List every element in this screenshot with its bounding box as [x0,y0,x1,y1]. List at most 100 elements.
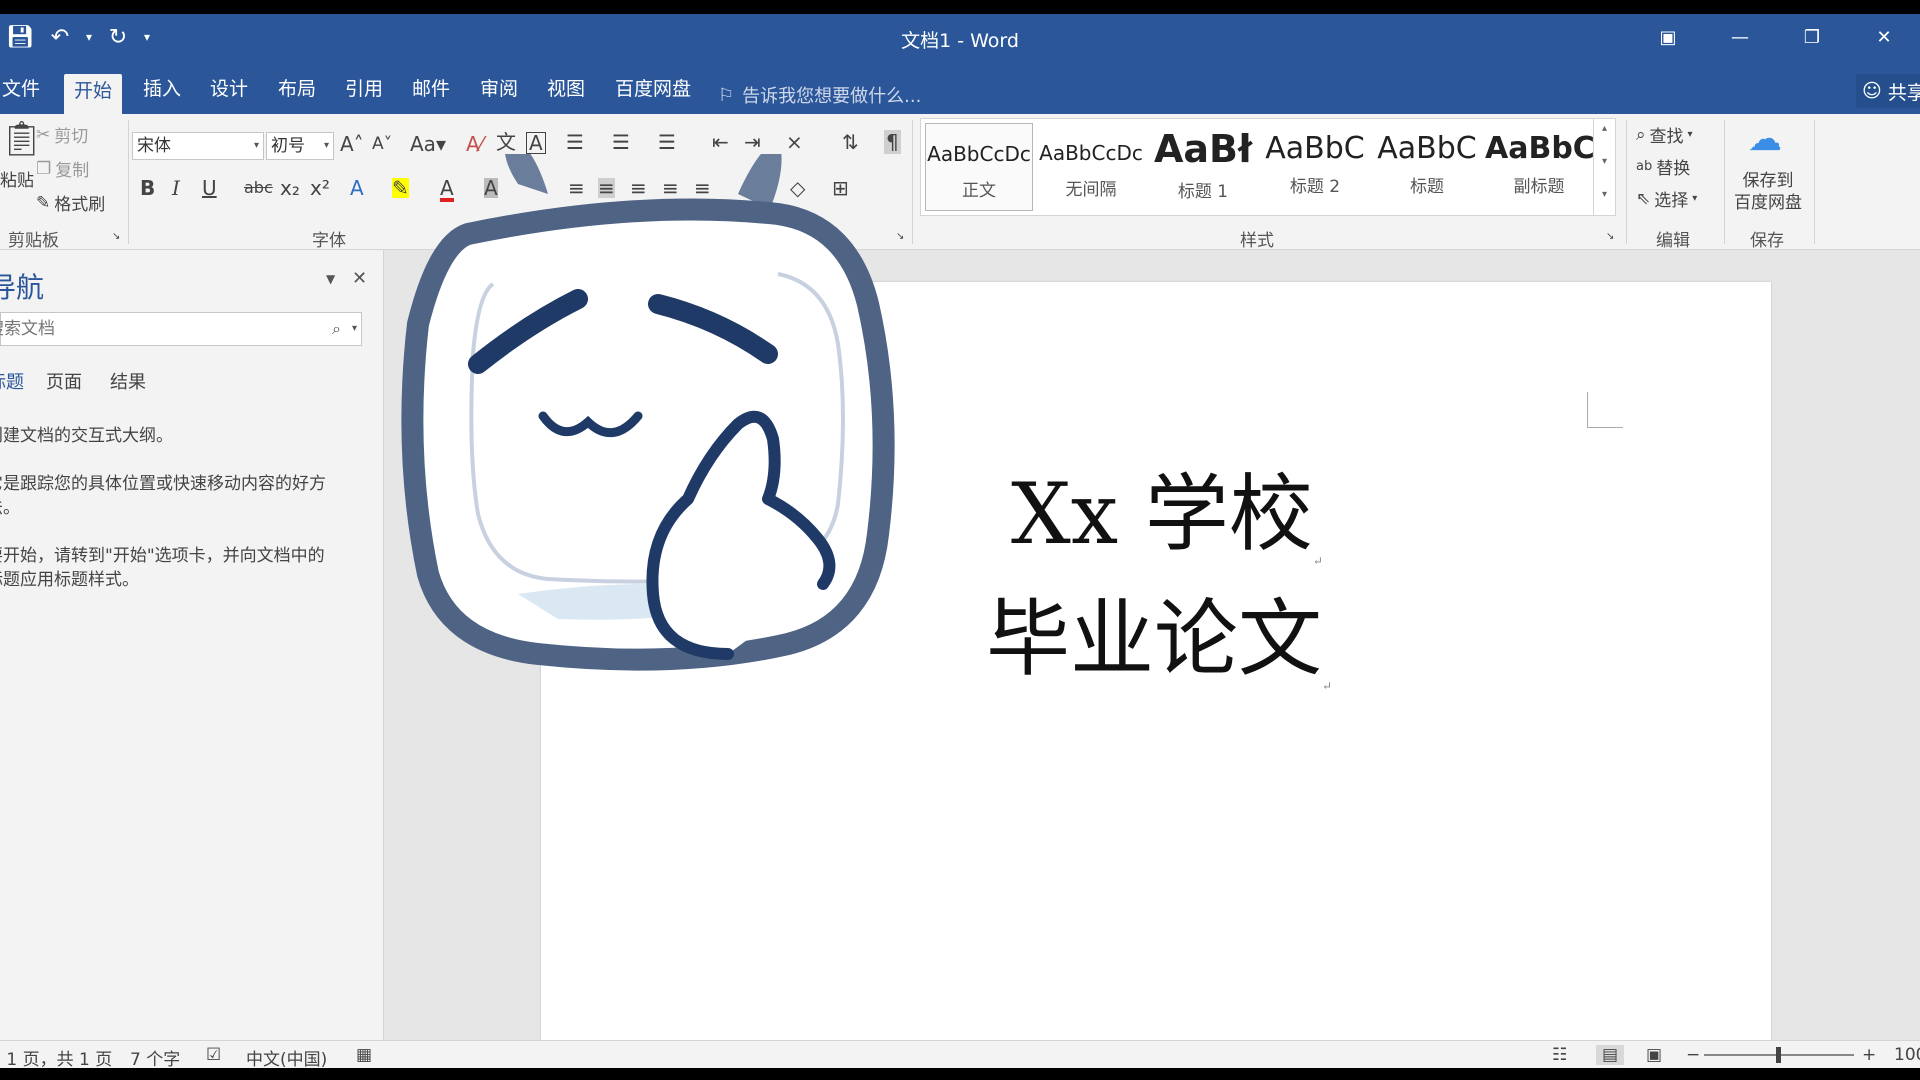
tab-insert[interactable]: 插入 [133,72,191,114]
find-button[interactable]: ⌕ 查找 ▾ [1636,122,1693,148]
more-styles-icon[interactable]: ▾ [1594,189,1615,200]
chinese-layout-icon[interactable]: ⨯ [786,132,803,152]
status-bar: 第 1 页，共 1 页 7 个字 ☑ 中文(中国) ▦ ☷ ▤ ▣ − + 10… [0,1040,1920,1068]
zoom-in-icon[interactable]: + [1862,1045,1876,1065]
word-count[interactable]: 7 个字 [130,1045,180,1068]
document-title-line[interactable]: Xx 学校↵ [1011,447,1323,568]
bullets-icon[interactable]: ☰ [566,132,584,152]
tab-design[interactable]: 设计 [200,72,258,114]
phonetic-guide-icon[interactable]: 文 [496,132,516,152]
nav-search-placeholder: 搜索文档 [0,319,55,339]
tab-baidu-netdisk[interactable]: 百度网盘 [605,72,701,114]
tab-mailings[interactable]: 邮件 [402,72,460,114]
zoom-level[interactable]: 100% [1894,1045,1920,1065]
zoom-out-icon[interactable]: − [1686,1045,1700,1065]
tab-review[interactable]: 审阅 [470,72,528,114]
font-size-combo[interactable]: 初号 ▾ [266,132,334,160]
character-border-icon[interactable]: A [526,132,546,154]
style-name: 标题 1 [1177,182,1229,202]
tab-home[interactable]: 开始 [64,74,123,114]
nav-tab-pages[interactable]: 页面 [46,368,82,394]
change-case-icon[interactable]: Aa▾ [410,134,446,154]
chevron-down-icon[interactable]: ▾ [352,313,357,345]
copy-button[interactable]: ❐ 复制 [36,156,89,182]
document-subtitle-line[interactable]: 毕业论文↵ [986,572,1332,693]
close-button[interactable]: ✕ [1848,14,1920,60]
font-name-combo[interactable]: 宋体 ▾ [132,132,264,160]
show-marks-icon[interactable]: ¶ [884,130,901,154]
restore-button[interactable]: ❐ [1776,14,1848,60]
style-sample: AaBbCcDc [927,142,1031,166]
styles-launcher-icon[interactable]: ↘ [1606,232,1614,242]
tell-me-box[interactable]: ⚐ 告诉我您想要做什么... [718,82,921,108]
replace-label: 替换 [1656,159,1691,179]
numbering-icon[interactable]: ☰ [612,132,630,152]
search-icon[interactable]: ⌕ [332,313,341,345]
zoom-slider-thumb[interactable] [1776,1047,1781,1063]
cut-label: 剪切 [54,127,89,147]
text-effects-icon[interactable]: A [350,178,364,198]
style-title[interactable]: AaBbC 标题 [1373,123,1481,211]
styles-scroll[interactable]: ▴ ▾ ▾ [1593,119,1615,215]
replace-button[interactable]: ab 替换 [1636,154,1690,179]
style-normal[interactable]: AaBbCcDc 正文 [925,123,1033,211]
share-button[interactable]: ☺ 共享 [1856,74,1920,108]
ribbon-tabs: 文件 开始 插入 设计 布局 引用 邮件 审阅 视图 百度网盘 ⚐ 告诉我您想要… [0,60,1920,114]
save-to-baidu-line1: 保存到 [1742,171,1794,191]
style-sample: AaBbC [1485,131,1593,166]
chevron-down-icon[interactable]: ▾ [1594,156,1615,167]
macro-record-icon[interactable]: ▦ [356,1045,372,1065]
print-layout-icon[interactable]: ▤ [1596,1045,1625,1065]
baidu-cloud-icon[interactable]: ☁ [1748,122,1782,156]
style-sample: AaBł [1153,127,1253,171]
proofing-icon[interactable]: ☑ [206,1045,221,1065]
style-sample: AaBbCcDc [1039,141,1143,165]
clipboard-launcher-icon[interactable]: ↘ [112,232,120,242]
underline-icon[interactable]: U [202,178,217,198]
minimize-button[interactable]: — [1704,14,1776,60]
grow-font-icon[interactable]: A˄ [340,134,364,154]
editing-group-label: 编辑 [1656,231,1690,251]
nav-tab-headings[interactable]: 标题 [0,368,24,394]
style-subtitle[interactable]: AaBbC 副标题 [1485,123,1593,211]
web-layout-icon[interactable]: ▣ [1646,1045,1662,1065]
decrease-indent-icon[interactable]: ⇤ [712,132,729,152]
share-label: 共享 [1887,81,1920,104]
clear-formatting-icon[interactable]: A⁄ [466,134,483,154]
tab-references[interactable]: 引用 [335,72,393,114]
replace-icon: ab [1636,159,1653,174]
style-heading-2[interactable]: AaBbC 标题 2 [1261,123,1369,211]
superscript-icon[interactable]: x² [310,178,330,198]
page-count[interactable]: 第 1 页，共 1 页 [0,1045,112,1068]
close-icon[interactable]: ✕ [352,268,367,289]
select-button[interactable]: ⇖ 选择 ▾ [1636,186,1697,212]
language-indicator[interactable]: 中文(中国) [246,1045,327,1068]
bold-icon[interactable]: B [140,178,155,198]
multilevel-list-icon[interactable]: ☰ [658,132,676,152]
save-to-baidu-button[interactable]: 保存到 百度网盘 [1734,170,1802,214]
select-label: 选择 [1654,191,1689,211]
style-heading-1[interactable]: AaBł 标题 1 [1149,123,1257,211]
nav-options-icon[interactable]: ▼ [326,272,335,286]
style-name: 副标题 [1513,177,1565,197]
paste-button[interactable]: 粘贴 [0,166,34,191]
tab-view[interactable]: 视图 [537,72,595,114]
cut-button[interactable]: ✂ 剪切 [36,122,89,148]
italic-icon[interactable]: I [172,178,180,198]
tab-file[interactable]: 文件 [0,72,50,114]
paragraph-mark-icon: ↵ [1322,679,1333,693]
nav-search-input[interactable]: 搜索文档 ⌕ ▾ [0,312,362,346]
strikethrough-icon[interactable]: abc [244,180,273,196]
nav-tab-results[interactable]: 结果 [110,368,146,394]
style-no-spacing[interactable]: AaBbCcDc 无间隔 [1037,123,1145,211]
format-painter-button[interactable]: ✎ 格式刷 [36,190,105,216]
ribbon-display-options-icon[interactable]: ▣ [1632,14,1704,60]
chevron-up-icon[interactable]: ▴ [1594,123,1615,134]
read-mode-icon[interactable]: ☷ [1552,1045,1567,1065]
navigation-pane: 导航 ▼ ✕ 搜索文档 ⌕ ▾ 标题 页面 结果 创建文档的交互式大纲。 它是跟… [0,250,384,1040]
increase-indent-icon[interactable]: ⇥ [744,132,761,152]
tab-layout[interactable]: 布局 [268,72,326,114]
subscript-icon[interactable]: x₂ [280,178,300,198]
shrink-font-icon[interactable]: A˅ [372,136,392,153]
sort-icon[interactable]: ⇅ [842,132,859,152]
